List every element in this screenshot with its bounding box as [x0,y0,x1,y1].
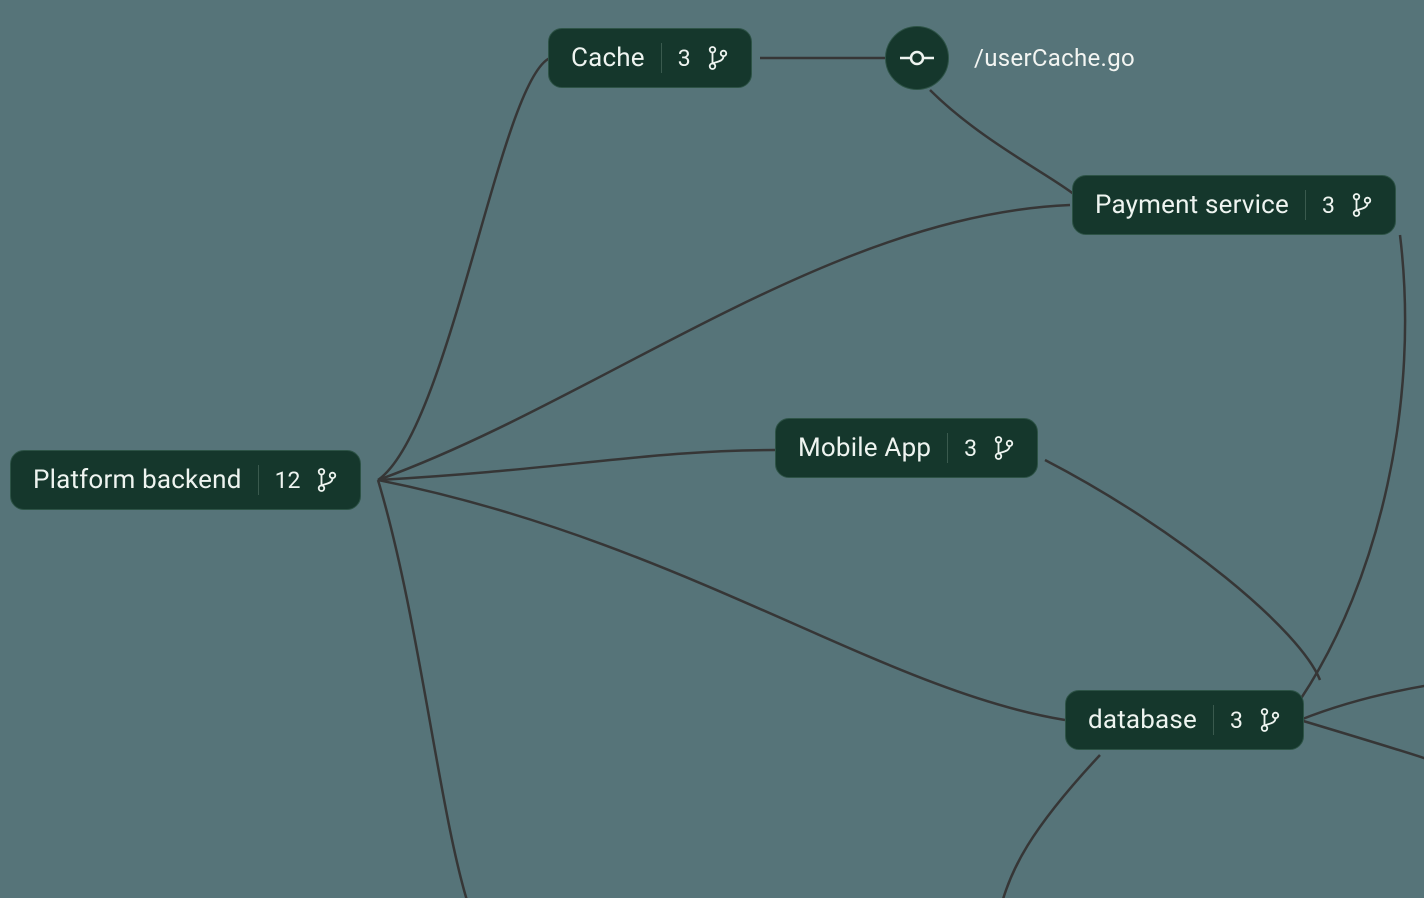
graph-canvas[interactable]: Platform backend 12 Cache 3 /userC [0,0,1424,898]
node-platform-backend[interactable]: Platform backend 12 [10,450,361,510]
branch-count: 3 [1322,192,1335,219]
node-label: Payment service [1095,190,1289,220]
git-branch-icon [1351,192,1373,218]
node-label: Mobile App [798,433,931,463]
git-branch-icon [1259,707,1281,733]
node-label: database [1088,705,1197,735]
branch-count: 3 [1230,707,1243,734]
divider [258,465,259,495]
edges-layer [0,0,1424,898]
divider [1305,190,1306,220]
git-commit-icon [900,48,934,68]
node-database[interactable]: database 3 [1065,690,1304,750]
git-branch-icon [993,435,1015,461]
node-cache[interactable]: Cache 3 [548,28,752,88]
node-label: Platform backend [33,465,242,495]
node-mobile-app[interactable]: Mobile App 3 [775,418,1038,478]
node-label: Cache [571,43,645,73]
branch-count: 12 [275,467,301,494]
commit-node[interactable] [885,26,949,90]
divider [947,433,948,463]
branch-count: 3 [678,45,691,72]
git-branch-icon [707,45,729,71]
divider [661,43,662,73]
divider [1213,705,1214,735]
file-path-label: /userCache.go [974,44,1135,72]
branch-count: 3 [964,435,977,462]
node-payment-service[interactable]: Payment service 3 [1072,175,1396,235]
git-branch-icon [316,467,338,493]
